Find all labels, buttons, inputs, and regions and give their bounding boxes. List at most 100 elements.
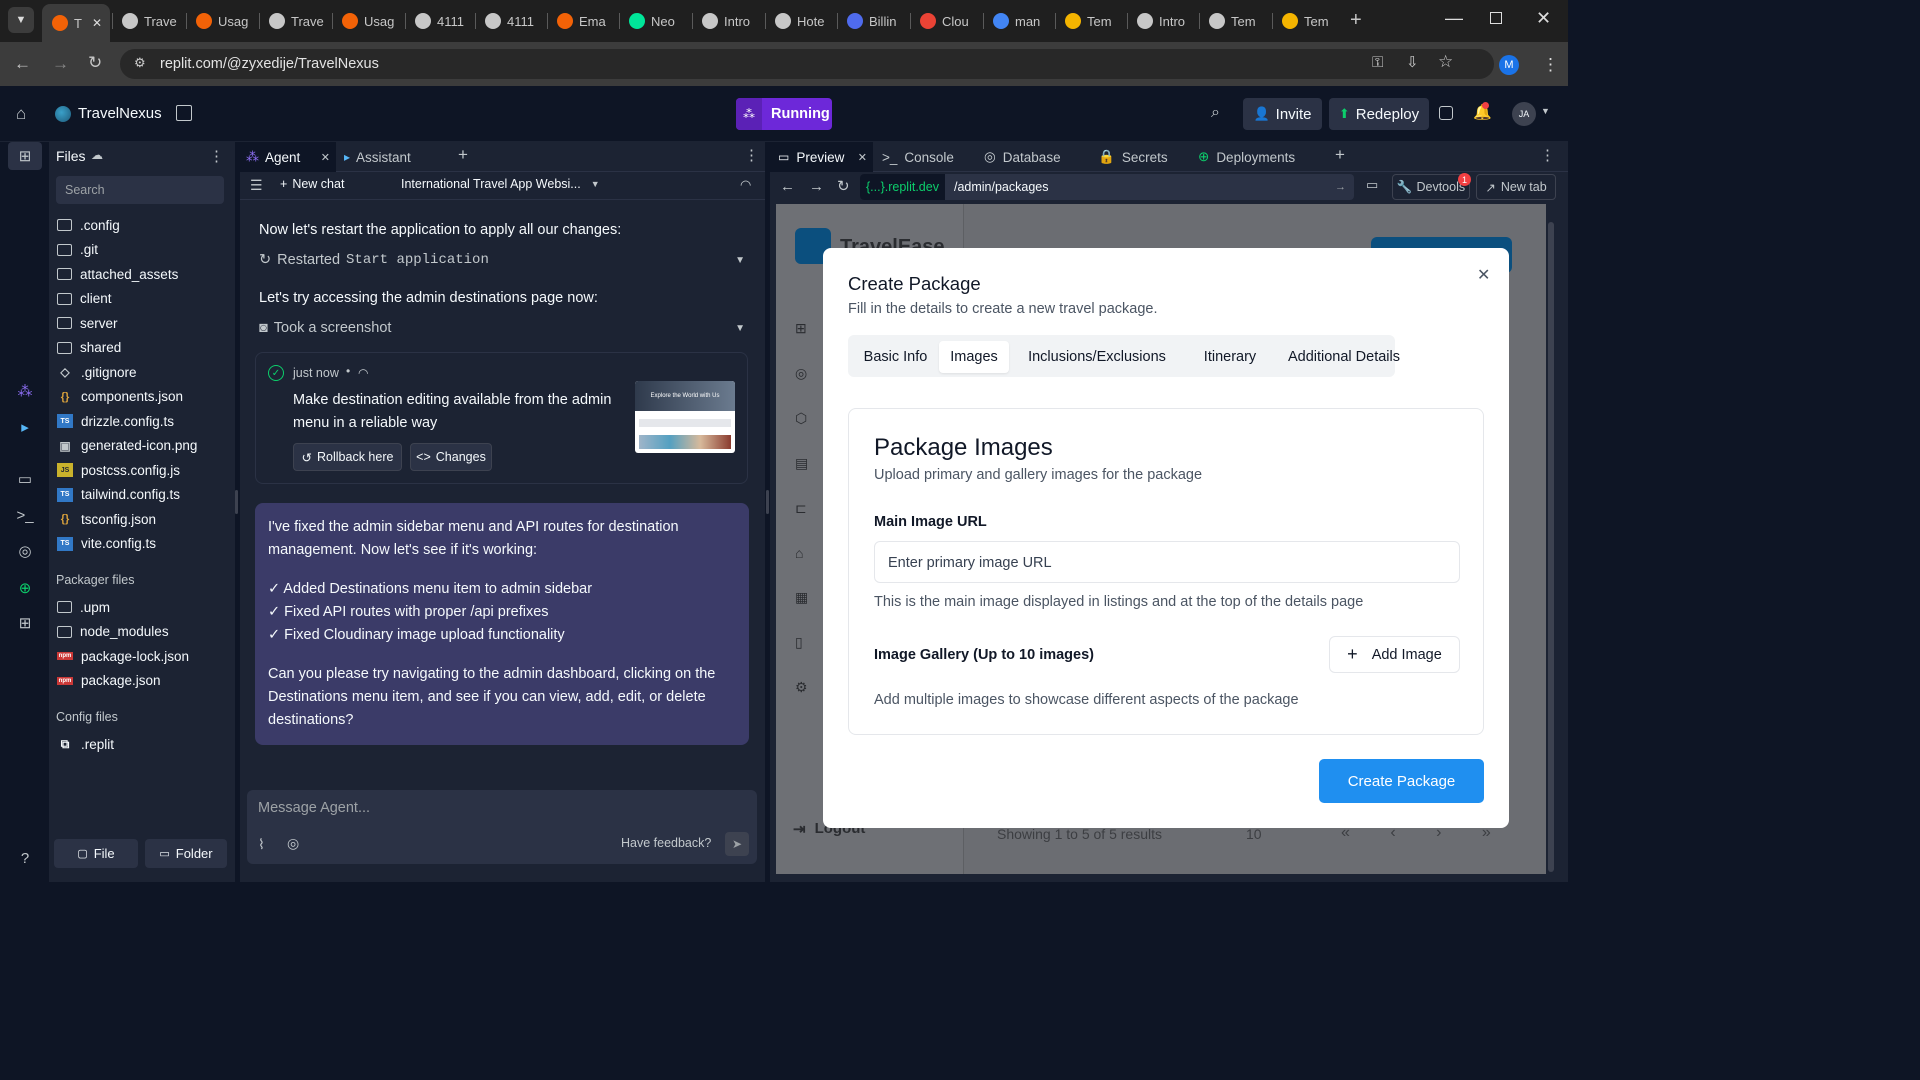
close-modal-icon[interactable]: ✕ [1477, 265, 1490, 285]
close-tab-icon[interactable]: ✕ [858, 151, 867, 164]
minimize-icon[interactable]: — [1445, 8, 1463, 29]
tab-preview[interactable]: ▭ Preview ✕ [770, 142, 873, 172]
reload-icon[interactable]: ↻ [88, 53, 102, 73]
redeploy-button[interactable]: ⬆ Redeploy [1329, 98, 1429, 130]
tab-inclusions-exclusions[interactable]: Inclusions/Exclusions [1014, 341, 1180, 373]
home-icon[interactable]: ⌂ [16, 104, 26, 124]
password-key-icon[interactable]: ⚿ [1372, 54, 1383, 71]
chat-title-dropdown[interactable]: International Travel App Websi... ▼ [401, 177, 600, 191]
add-tab-plus-icon[interactable]: + [1335, 145, 1345, 165]
all-tools-icon[interactable]: ⊞ [15, 613, 35, 633]
browser-tab[interactable]: T ✕ [42, 4, 110, 42]
file-tree-item[interactable]: ⧉ .replit [57, 733, 114, 755]
file-tree-item[interactable]: node_modules [57, 621, 169, 643]
bookmark-star-icon[interactable]: ☆ [1438, 52, 1453, 72]
database-icon[interactable]: ◎ [15, 541, 35, 561]
file-tree-item[interactable]: npm package.json [57, 670, 161, 692]
attach-paperclip-icon[interactable]: ⌇ [258, 836, 265, 853]
browser-menu-icon[interactable]: ⋮ [1542, 55, 1559, 75]
invite-button[interactable]: 👤 Invite [1243, 98, 1322, 130]
browser-tab[interactable]: Intro [1127, 6, 1197, 36]
new-file-button[interactable]: ▢ File [54, 839, 138, 868]
project-info-icon[interactable] [176, 105, 192, 121]
file-tree-icon[interactable]: ⊞ [15, 146, 35, 166]
expand-chevron-icon[interactable]: ▼ [735, 323, 745, 334]
target-icon[interactable]: ◎ [287, 835, 299, 852]
file-tree-item[interactable]: TS vite.config.ts [57, 533, 156, 555]
screenshot-action-row[interactable]: ◙ Took a screenshot ▼ [259, 320, 745, 336]
preview-panel-menu-icon[interactable]: ⋮ [1540, 146, 1555, 164]
run-status-button[interactable]: ⁂ Running [736, 98, 832, 130]
changes-button[interactable]: <> Changes [410, 443, 492, 471]
agent-panel-menu-icon[interactable]: ⋮ [744, 146, 759, 164]
file-tree-item[interactable]: {} tsconfig.json [57, 508, 156, 530]
preview-back-icon[interactable]: ← [780, 178, 795, 195]
browser-tab[interactable]: Trave [112, 6, 184, 36]
expand-chevron-icon[interactable]: ▼ [735, 255, 745, 266]
browser-tab[interactable]: man [983, 6, 1053, 36]
forward-arrow-icon[interactable]: → [52, 54, 69, 74]
preview-scrollbar[interactable] [1548, 222, 1554, 872]
chat-list-icon[interactable]: ☰ [250, 177, 263, 194]
file-tree-item[interactable]: TS drizzle.config.ts [57, 410, 174, 432]
console-icon[interactable]: >_ [15, 505, 35, 525]
browser-tab[interactable]: Tem [1199, 6, 1270, 36]
tab-secrets[interactable]: 🔒 Secrets [1098, 142, 1168, 172]
browser-tab[interactable]: Clou [910, 6, 981, 36]
file-tree-item[interactable]: JS postcss.config.js [57, 459, 180, 481]
browser-tab[interactable]: Ema [547, 6, 617, 36]
user-avatar[interactable]: JA [1512, 102, 1536, 126]
tab-images[interactable]: Images [939, 341, 1009, 373]
file-tree-item[interactable]: .upm [57, 596, 110, 618]
search-icon[interactable]: ⌕ [1211, 104, 1220, 122]
send-button[interactable]: ➤ [725, 832, 749, 856]
usage-gauge-icon[interactable]: ◠ [740, 177, 751, 193]
maximize-icon[interactable] [1490, 12, 1502, 24]
file-tree-item[interactable]: client [57, 288, 112, 310]
create-package-button[interactable]: Create Package [1319, 759, 1484, 803]
file-tree-item[interactable]: .git [57, 239, 98, 261]
preview-url-bar[interactable]: {...}.replit.dev /admin/packages → [860, 174, 1354, 200]
assistant-icon[interactable]: ▸ [15, 417, 35, 437]
tab-itinerary[interactable]: Itinerary [1183, 341, 1277, 373]
tab-basic-info[interactable]: Basic Info [854, 341, 937, 373]
url-bar[interactable]: ⚙ replit.com/@zyxedije/TravelNexus ⚿ ⇩ ☆ [120, 49, 1494, 79]
close-window-icon[interactable]: ✕ [1536, 8, 1551, 29]
panel-resize-handle[interactable] [235, 490, 238, 514]
feedback-link[interactable]: Have feedback? [621, 836, 711, 850]
avatar-chevron-icon[interactable]: ▼ [1541, 106, 1550, 116]
preview-reload-icon[interactable]: ↻ [837, 177, 850, 195]
tab-database[interactable]: ◎ Database [984, 142, 1061, 172]
profile-avatar[interactable]: M [1499, 55, 1519, 75]
tab-console[interactable]: >_ Console [882, 142, 954, 172]
browser-tab[interactable]: 4111 [405, 6, 473, 36]
project-name[interactable]: TravelNexus [78, 105, 162, 122]
tab-assistant[interactable]: ▸ Assistant [344, 142, 411, 172]
tab-search-button[interactable]: ▼ [8, 7, 34, 33]
go-arrow-icon[interactable]: → [1335, 181, 1346, 193]
browser-tab[interactable]: Trave [259, 6, 330, 36]
new-chat-button[interactable]: + New chat [280, 177, 344, 191]
tab-agent[interactable]: ⁂ Agent ✕ [240, 142, 336, 172]
tab-deployments[interactable]: ⊕ Deployments [1198, 142, 1295, 172]
rollback-button[interactable]: ↺ Rollback here [293, 443, 402, 471]
file-tree-item[interactable]: shared [57, 337, 121, 359]
new-tab-plus-icon[interactable]: + [1350, 9, 1362, 32]
screenshot-thumbnail[interactable]: Explore the World with Us [635, 381, 735, 453]
back-arrow-icon[interactable]: ← [14, 54, 31, 74]
message-input[interactable]: Message Agent... [258, 800, 370, 816]
files-menu-icon[interactable]: ⋮ [209, 147, 224, 165]
browser-tab[interactable]: Usag [186, 6, 257, 36]
add-tab-plus-icon[interactable]: + [458, 145, 468, 165]
browser-tab[interactable]: 4111 [475, 6, 545, 36]
site-settings-icon[interactable]: ⚙ [134, 55, 146, 71]
browser-tab[interactable]: Tem [1055, 6, 1125, 36]
close-tab-icon[interactable]: ✕ [92, 16, 102, 30]
new-tab-button[interactable]: ↗ New tab [1476, 174, 1556, 200]
main-image-url-input[interactable]: Enter primary image URL [874, 541, 1460, 583]
files-search-input[interactable]: Search [56, 176, 224, 204]
file-tree-item[interactable]: .config [57, 214, 120, 236]
preview-forward-icon[interactable]: → [809, 178, 824, 195]
close-tab-icon[interactable]: ✕ [321, 151, 330, 164]
browser-tab[interactable]: Tem [1272, 6, 1338, 36]
